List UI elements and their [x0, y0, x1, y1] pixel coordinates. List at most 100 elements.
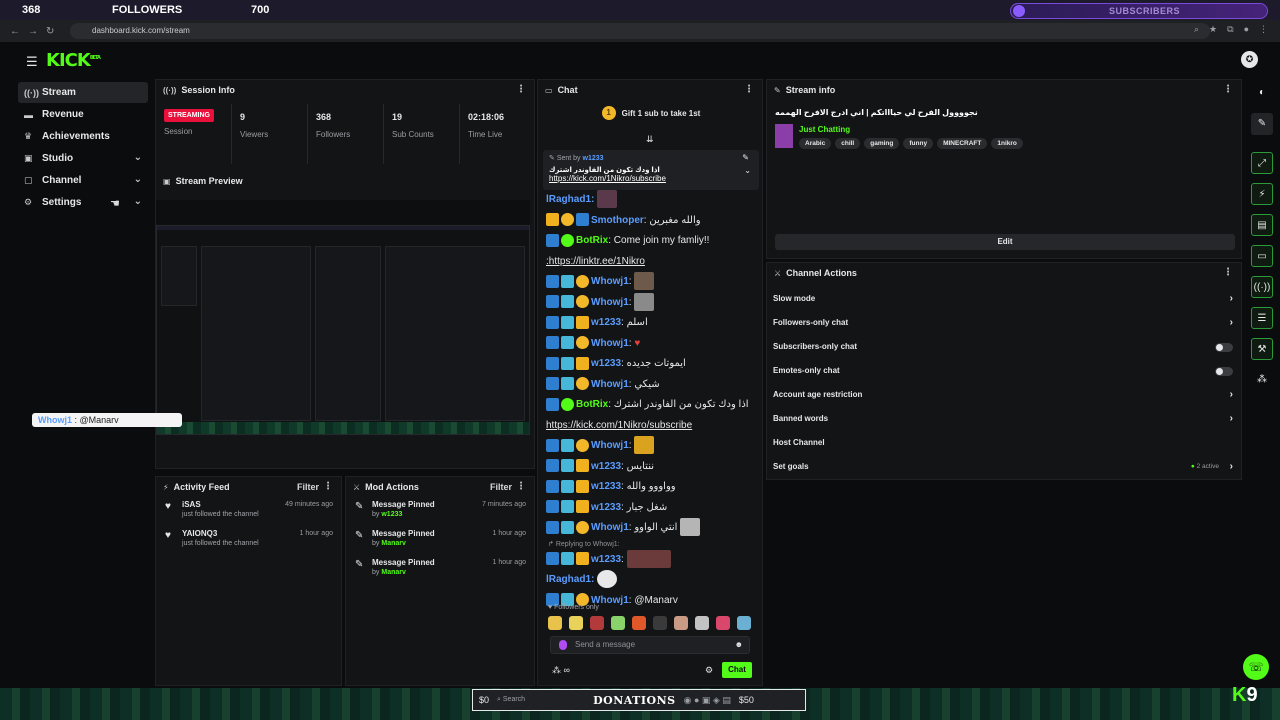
unpin-icon[interactable]: ✎	[742, 153, 749, 162]
taskbar-search[interactable]: ⌕ Search	[497, 696, 525, 704]
chat-link[interactable]: :https://linktr.ee/1Nikro	[546, 256, 645, 267]
subscribers-only-toggle[interactable]	[1215, 343, 1233, 352]
chat-username[interactable]: BotRix	[576, 399, 608, 410]
app-icons[interactable]: ◉ ● ▣ ◈ ▤	[684, 695, 731, 706]
chat-bubble-icon[interactable]: ▭	[1251, 245, 1273, 267]
filter-button[interactable]: Filter	[490, 482, 512, 492]
kebab-menu-icon[interactable]: ⋮	[516, 481, 526, 492]
chat-username[interactable]: Whowj1	[591, 338, 629, 349]
address-bar[interactable]: dashboard.kick.com/stream	[70, 23, 1210, 39]
user-avatar[interactable]: ✪	[1241, 51, 1258, 68]
mod-user[interactable]: w1233	[381, 511, 402, 518]
kebab-menu-icon[interactable]: ⋮	[323, 481, 333, 492]
banned-words-row[interactable]: Banned words ›	[767, 407, 1241, 431]
emote[interactable]	[737, 616, 751, 630]
forward-icon[interactable]: →	[28, 26, 38, 37]
chat-settings-icon[interactable]: ⚙	[705, 665, 713, 676]
gift-sub-banner[interactable]: 1 Gift 1 sub to take 1st	[538, 100, 764, 126]
layers-icon[interactable]: ☰	[1251, 307, 1273, 329]
mic-icon[interactable]	[559, 640, 567, 650]
chat-send-button[interactable]: Chat	[722, 662, 752, 678]
edit-button[interactable]: Edit	[775, 234, 1235, 250]
set-goals-row[interactable]: Set goals 2 active ›	[767, 455, 1241, 479]
mod-user[interactable]: Manarv	[381, 569, 406, 576]
chat-username[interactable]: Whowj1	[591, 276, 629, 287]
support-chat-icon[interactable]: ☏	[1243, 654, 1269, 680]
chevron-down-icon[interactable]: ⌄	[744, 166, 751, 175]
points-icon[interactable]: ⁂ ∞	[552, 665, 570, 676]
hamburger-icon[interactable]: ☰	[26, 54, 38, 70]
emote[interactable]	[590, 616, 604, 630]
chat-username[interactable]: w1233	[591, 502, 621, 513]
sidebar-item-revenue[interactable]: ▬ Revenue	[18, 104, 148, 125]
chat-username[interactable]: w1233	[591, 461, 621, 472]
chat-username[interactable]: Smothoper	[591, 215, 644, 226]
pinned-link[interactable]: https://kick.com/1Nikro/subscribe	[549, 174, 753, 183]
followers-only-text: Followers only	[554, 604, 599, 611]
chat-username[interactable]: Whowj1	[591, 440, 629, 451]
pencil-icon[interactable]: ✎	[1251, 113, 1273, 135]
profile-icon[interactable]: ●	[1244, 24, 1249, 35]
document-icon[interactable]: ▤	[1251, 214, 1273, 236]
chat-username[interactable]: w1233	[591, 317, 621, 328]
emote[interactable]	[716, 616, 730, 630]
mod-badge-icon	[546, 315, 559, 329]
host-channel-row[interactable]: Host Channel	[767, 431, 1241, 455]
chat-username[interactable]: Whowj1	[591, 379, 629, 390]
kick-logo[interactable]: KICKBETA	[46, 50, 101, 71]
kebab-menu-icon[interactable]: ⋮	[744, 84, 754, 95]
reload-icon[interactable]: ↻	[46, 26, 54, 37]
chat-username[interactable]: w1233	[591, 554, 621, 565]
slow-mode-row[interactable]: Slow mode ›	[767, 287, 1241, 311]
chat-link[interactable]: https://kick.com/1Nikro/subscribe	[546, 420, 692, 431]
wrench-icon[interactable]: ⚒	[1251, 338, 1273, 360]
back-icon[interactable]: ←	[10, 26, 20, 37]
bolt-icon[interactable]: ⚡	[1251, 183, 1273, 205]
sidebar-item-channel[interactable]: ▢ Channel ⌄	[18, 170, 148, 191]
filter-button[interactable]: Filter	[297, 482, 319, 492]
extensions-icon[interactable]: ⧉	[1227, 24, 1233, 35]
star-icon[interactable]: ★	[1209, 24, 1217, 35]
emotes-only-toggle[interactable]	[1215, 367, 1233, 376]
kebab-menu-icon[interactable]: ⋮	[1223, 84, 1233, 95]
emote[interactable]	[632, 616, 646, 630]
chat-username[interactable]: lRaghad1	[546, 194, 591, 205]
emoji-icon[interactable]: ☻	[735, 637, 743, 653]
nodes-icon[interactable]: ⁂	[1251, 369, 1273, 391]
chat-username[interactable]: w1233	[591, 358, 621, 369]
followers-only-row[interactable]: Followers-only chat ›	[767, 311, 1241, 335]
emote[interactable]	[611, 616, 625, 630]
chat-username[interactable]: Whowj1	[591, 522, 629, 533]
stream-preview[interactable]	[156, 200, 530, 435]
sidebar-item-studio[interactable]: ▣ Studio ⌄	[18, 148, 148, 169]
account-age-row[interactable]: Account age restriction ›	[767, 383, 1241, 407]
chat-input[interactable]: Send a message ☻	[550, 636, 750, 654]
kebab-menu-icon[interactable]: ⋮	[516, 84, 526, 95]
emote[interactable]	[569, 616, 583, 630]
sidebar: ((·)) Stream ▬ Revenue ♛ Achievements ▣ Stud…	[18, 82, 148, 214]
chat-username[interactable]: lRaghad1	[546, 574, 591, 585]
preview-info-panel	[385, 246, 525, 421]
emote[interactable]	[548, 616, 562, 630]
sidebar-item-stream[interactable]: ((·)) Stream	[18, 82, 148, 103]
expand-icon[interactable]: ⤢	[1251, 152, 1273, 174]
antenna-icon[interactable]: ((·))	[1251, 276, 1273, 298]
emote[interactable]	[695, 616, 709, 630]
chat-username[interactable]: Whowj1	[591, 297, 629, 308]
chat-panel: ▭ Chat ⋮ 1 Gift 1 sub to take 1st ⇊ ✎ Sent …	[537, 79, 763, 686]
sidebar-item-achievements[interactable]: ♛ Achievements	[18, 126, 148, 147]
stream-category[interactable]: Just Chatting	[799, 125, 850, 134]
emote[interactable]	[674, 616, 688, 630]
menu-icon[interactable]: ⋮	[1259, 24, 1268, 35]
moon-icon[interactable]: ◐	[1251, 82, 1273, 104]
kebab-menu-icon[interactable]: ⋮	[1223, 267, 1233, 278]
pinned-user[interactable]: w1233	[583, 155, 604, 162]
emote[interactable]	[653, 616, 667, 630]
sidebar-item-settings[interactable]: ⚙ Settings ⌄	[18, 192, 148, 213]
zoom-icon[interactable]: ⌕	[1194, 24, 1199, 35]
mod-user[interactable]: Manarv	[381, 540, 406, 547]
mod-actions-header: ⚔ Mod Actions Filter ⋮	[346, 477, 534, 497]
chat-username[interactable]: BotRix	[576, 235, 608, 246]
chat-username[interactable]: w1233	[591, 481, 621, 492]
scroll-down-icon[interactable]: ⇊	[646, 134, 654, 145]
